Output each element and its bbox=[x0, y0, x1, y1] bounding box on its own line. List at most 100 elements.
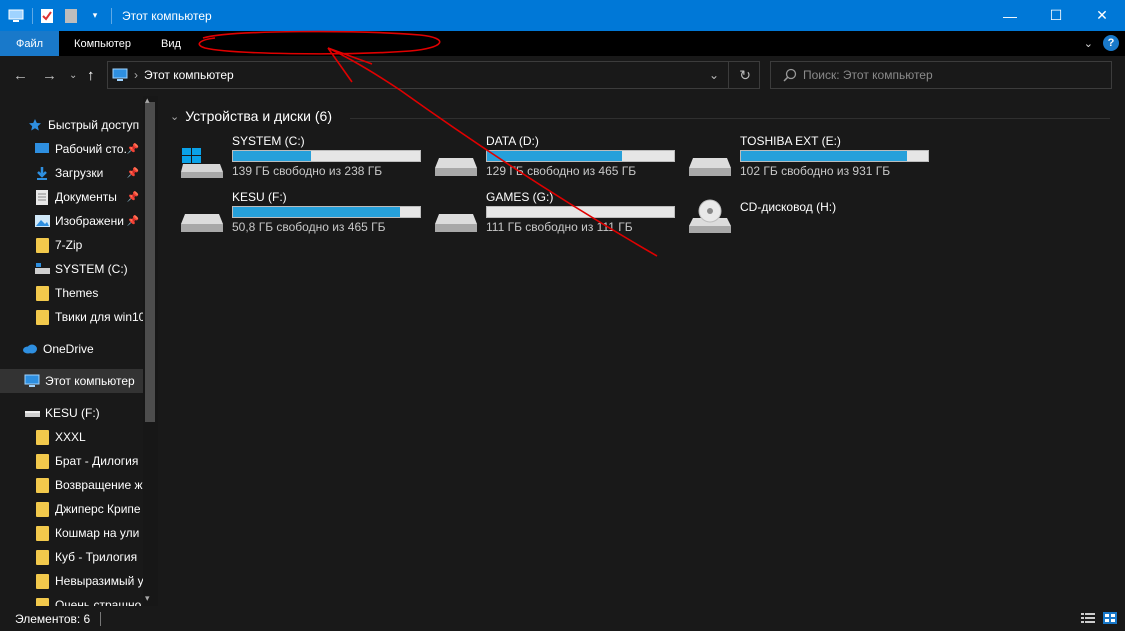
drive-item[interactable]: CD-дисковод (H:) bbox=[688, 190, 938, 240]
drive-usage-bar bbox=[486, 150, 675, 162]
sidebar-item-onedrive[interactable]: OneDrive bbox=[0, 337, 143, 361]
sidebar-item-7zip[interactable]: 7-Zip bbox=[0, 233, 143, 257]
sidebar-item-label: Themes bbox=[55, 286, 99, 300]
minimize-button[interactable]: — bbox=[987, 0, 1033, 31]
sidebar-item-label: OneDrive bbox=[43, 342, 94, 356]
up-icon[interactable]: ↑ bbox=[87, 67, 95, 84]
breadcrumb-this-pc[interactable]: Этот компьютер bbox=[144, 68, 234, 82]
quick-access-toolbar: ▾ bbox=[0, 0, 118, 31]
tab-computer[interactable]: Компьютер bbox=[59, 31, 146, 56]
drive-usage-fill bbox=[741, 151, 908, 161]
sidebar-item-downloads[interactable]: Загрузки 📌 bbox=[0, 161, 143, 185]
maximize-button[interactable]: ☐ bbox=[1033, 0, 1079, 31]
folder-icon bbox=[34, 549, 50, 565]
sidebar-item-pictures[interactable]: Изображени 📌 bbox=[0, 209, 143, 233]
sidebar-scroll-thumb[interactable] bbox=[145, 102, 155, 422]
drive-item[interactable]: SYSTEM (C:) 139 ГБ свободно из 238 ГБ bbox=[180, 134, 430, 184]
sidebar-item-system-c[interactable]: SYSTEM (C:) bbox=[0, 257, 143, 281]
sidebar-item-label: Твики для win10 bbox=[55, 310, 143, 324]
folder-icon bbox=[34, 285, 50, 301]
computer-icon bbox=[112, 68, 128, 82]
sidebar-item-this-pc[interactable]: Этот компьютер bbox=[0, 369, 143, 393]
drive-name: SYSTEM (C:) bbox=[232, 134, 305, 148]
system-drive-icon bbox=[181, 148, 223, 178]
sidebar-item-label: SYSTEM (C:) bbox=[55, 262, 128, 276]
sidebar-item-tweaks[interactable]: Твики для win10 bbox=[0, 305, 143, 329]
drive-free-space: 139 ГБ свободно из 238 ГБ bbox=[232, 164, 383, 178]
folder-icon bbox=[34, 501, 50, 517]
pin-icon[interactable]: 📌 bbox=[127, 216, 139, 227]
expand-ribbon-icon[interactable]: ⌄ bbox=[1084, 37, 1093, 50]
sidebar-item-label: Загрузки bbox=[55, 166, 104, 180]
sidebar-item-documents[interactable]: Документы 📌 bbox=[0, 185, 143, 209]
hard-drive-icon bbox=[435, 214, 477, 232]
desktop-icon bbox=[34, 141, 50, 157]
sidebar-item-folder[interactable]: Невыразимый у bbox=[0, 569, 143, 593]
drive-name: DATA (D:) bbox=[486, 134, 539, 148]
back-icon[interactable]: ← bbox=[13, 67, 28, 84]
drive-icon bbox=[24, 405, 40, 421]
computer-icon[interactable] bbox=[8, 8, 24, 24]
sidebar-item-themes[interactable]: Themes bbox=[0, 281, 143, 305]
sidebar-item-folder[interactable]: XXXL bbox=[0, 425, 143, 449]
sidebar-item-label: Этот компьютер bbox=[45, 374, 135, 388]
drive-item[interactable]: KESU (F:) 50,8 ГБ свободно из 465 ГБ bbox=[180, 190, 430, 240]
folder-icon bbox=[34, 525, 50, 541]
sidebar-item-label: Изображени bbox=[55, 214, 124, 228]
group-header[interactable]: ⌄ Устройства и диски (6) bbox=[170, 108, 332, 124]
sidebar-item-folder[interactable]: Очень страшно bbox=[0, 593, 143, 606]
star-icon bbox=[27, 117, 43, 133]
forward-icon[interactable]: → bbox=[42, 67, 57, 84]
drive-item[interactable]: TOSHIBA EXT (E:) 102 ГБ свободно из 931 … bbox=[688, 134, 938, 184]
details-view-icon[interactable] bbox=[1081, 612, 1095, 624]
folder-icon bbox=[34, 573, 50, 589]
hard-drive-icon bbox=[689, 158, 731, 176]
address-dropdown-icon[interactable]: ⌄ bbox=[709, 68, 719, 82]
recent-locations-icon[interactable]: ⌄ bbox=[69, 70, 77, 81]
large-icons-view-icon[interactable] bbox=[1103, 612, 1117, 624]
drive-free-space: 111 ГБ свободно из 111 ГБ bbox=[486, 220, 633, 234]
sidebar-item-label: Очень страшно bbox=[55, 598, 142, 606]
drive-usage-bar bbox=[486, 206, 675, 218]
sidebar-item-kesu-f[interactable]: KESU (F:) bbox=[0, 401, 143, 425]
properties-icon[interactable] bbox=[39, 8, 55, 24]
drive-item[interactable]: GAMES (G:) 111 ГБ свободно из 111 ГБ bbox=[434, 190, 684, 240]
address-bar[interactable]: › Этот компьютер ⌄ ↻ bbox=[107, 61, 760, 89]
sidebar-item-folder[interactable]: Брат - Дилогия bbox=[0, 449, 143, 473]
sidebar-item-label: Быстрый доступ bbox=[48, 118, 140, 132]
close-button[interactable]: ✕ bbox=[1079, 0, 1125, 31]
cloud-icon bbox=[22, 341, 38, 357]
search-box[interactable]: Поиск: Этот компьютер bbox=[770, 61, 1112, 89]
sidebar-item-desktop[interactable]: Рабочий сто. 📌 bbox=[0, 137, 143, 161]
pin-icon[interactable]: 📌 bbox=[127, 144, 139, 155]
sidebar-item-label: Документы bbox=[55, 190, 117, 204]
folder-icon bbox=[34, 597, 50, 606]
sidebar-item-quick-access[interactable]: Быстрый доступ bbox=[0, 113, 143, 137]
drive-usage-bar bbox=[232, 150, 421, 162]
cd-drive-icon bbox=[689, 199, 731, 233]
toolbar-separator bbox=[32, 7, 33, 24]
window-controls: — ☐ ✕ bbox=[987, 0, 1125, 31]
tab-file[interactable]: Файл bbox=[0, 31, 60, 56]
content-scrollbar[interactable] bbox=[1114, 96, 1125, 606]
sidebar-item-folder[interactable]: Возвращение ж bbox=[0, 473, 143, 497]
download-icon bbox=[34, 165, 50, 181]
sidebar-item-folder[interactable]: Куб - Трилогия bbox=[0, 545, 143, 569]
search-input[interactable]: Поиск: Этот компьютер bbox=[803, 68, 933, 82]
drive-item[interactable]: DATA (D:) 129 ГБ свободно из 465 ГБ bbox=[434, 134, 684, 184]
collapse-chevron-icon[interactable]: ⌄ bbox=[170, 110, 179, 123]
scroll-up-icon[interactable]: ▴ bbox=[145, 96, 150, 106]
pin-icon[interactable]: 📌 bbox=[127, 168, 139, 179]
ribbon-right: ⌄ ? bbox=[1084, 35, 1119, 51]
refresh-icon[interactable]: ↻ bbox=[739, 67, 751, 84]
tab-view[interactable]: Вид bbox=[146, 31, 196, 56]
sidebar-item-folder[interactable]: Джиперс Крипе bbox=[0, 497, 143, 521]
item-count: Элементов: 6 bbox=[15, 611, 91, 626]
drive-name: TOSHIBA EXT (E:) bbox=[740, 134, 841, 148]
customize-dropdown-icon[interactable]: ▾ bbox=[87, 8, 103, 24]
scroll-down-icon[interactable]: ▾ bbox=[145, 593, 150, 604]
pin-icon[interactable]: 📌 bbox=[127, 192, 139, 203]
new-folder-icon[interactable] bbox=[63, 8, 79, 24]
sidebar-item-folder[interactable]: Кошмар на ули bbox=[0, 521, 143, 545]
help-icon[interactable]: ? bbox=[1103, 35, 1119, 51]
